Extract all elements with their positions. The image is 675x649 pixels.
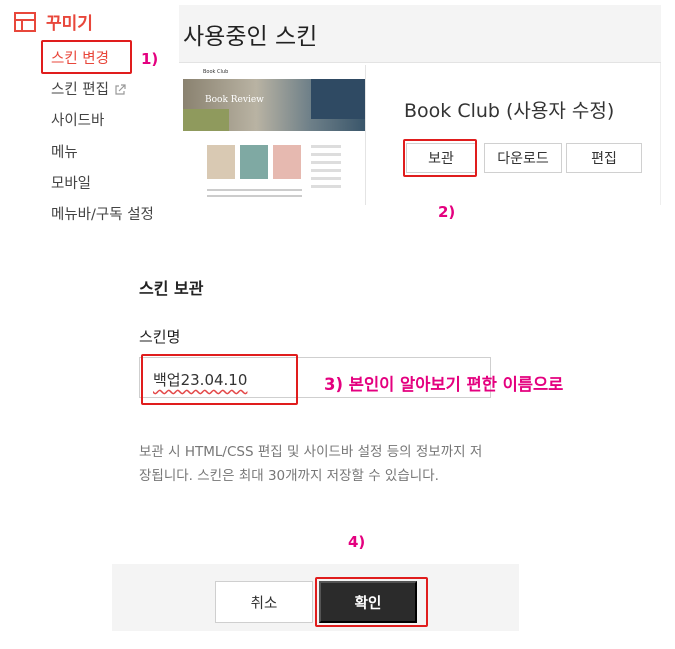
sidebar-item-label: 메뉴	[51, 144, 78, 161]
sidebar-item-sidebar[interactable]: 사이드바	[51, 109, 154, 133]
edit-button[interactable]: 편집	[566, 143, 642, 173]
skin-name-label: 스킨명	[139, 328, 181, 346]
sidebar-header: 꾸미기	[14, 9, 93, 34]
sidebar-title: 꾸미기	[46, 14, 93, 34]
annotation-step4: 4)	[348, 533, 366, 551]
highlight-box-step4	[315, 577, 428, 627]
sidebar-item-menu[interactable]: 메뉴	[51, 141, 154, 165]
sidebar-item-label: 메뉴바/구독 설정	[51, 206, 154, 223]
download-button[interactable]: 다운로드	[484, 143, 562, 173]
highlight-box-step2	[403, 139, 477, 177]
cancel-button[interactable]: 취소	[215, 581, 313, 623]
sidebar-menu: 스킨 변경 스킨 편집 사이드바 메뉴 모바일 메뉴바/구독 설정	[51, 47, 154, 234]
dialog-title: 스킨 보관	[139, 279, 204, 298]
thumbnail-sidebar	[311, 145, 341, 193]
skin-thumbnail[interactable]: Book Club Book Review	[183, 65, 366, 205]
external-link-icon	[115, 84, 126, 95]
thumbnail-hero: Book Review	[183, 79, 365, 131]
annotation-step1: 1)	[141, 50, 159, 68]
sidebar-item-mobile[interactable]: 모바일	[51, 172, 154, 196]
dialog-description: 보관 시 HTML/CSS 편집 및 사이드바 설정 등의 정보까지 저장됩니다…	[139, 444, 483, 484]
thumbnail-nav: Book Club	[183, 65, 365, 79]
thumbnail-hero-text: Book Review	[205, 95, 264, 105]
sidebar-item-label: 사이드바	[51, 113, 105, 130]
thumbnail-cards	[207, 145, 301, 179]
sidebar-item-skin-edit[interactable]: 스킨 편집	[51, 78, 154, 102]
highlight-box-step3	[141, 354, 298, 405]
panel-body: Book Club Book Review	[179, 63, 661, 205]
panel-header: 사용중인 스킨	[179, 5, 661, 63]
sidebar-item-menubar-subscribe[interactable]: 메뉴바/구독 설정	[51, 203, 154, 227]
thumbnail-site-title: Book Club	[203, 69, 229, 75]
sidebar-item-label: 모바일	[51, 175, 92, 192]
skin-name: Book Club (사용자 수정)	[404, 100, 615, 122]
annotation-step2: 2)	[438, 203, 456, 221]
panel-title: 사용중인 스킨	[183, 23, 318, 50]
layout-icon	[14, 11, 36, 32]
highlight-box-step1	[41, 40, 132, 74]
annotation-step3: 3) 본인이 알아보기 편한 이름으로	[324, 375, 564, 394]
sidebar-item-label: 스킨 편집	[51, 82, 109, 99]
thumbnail-lines	[207, 189, 302, 201]
